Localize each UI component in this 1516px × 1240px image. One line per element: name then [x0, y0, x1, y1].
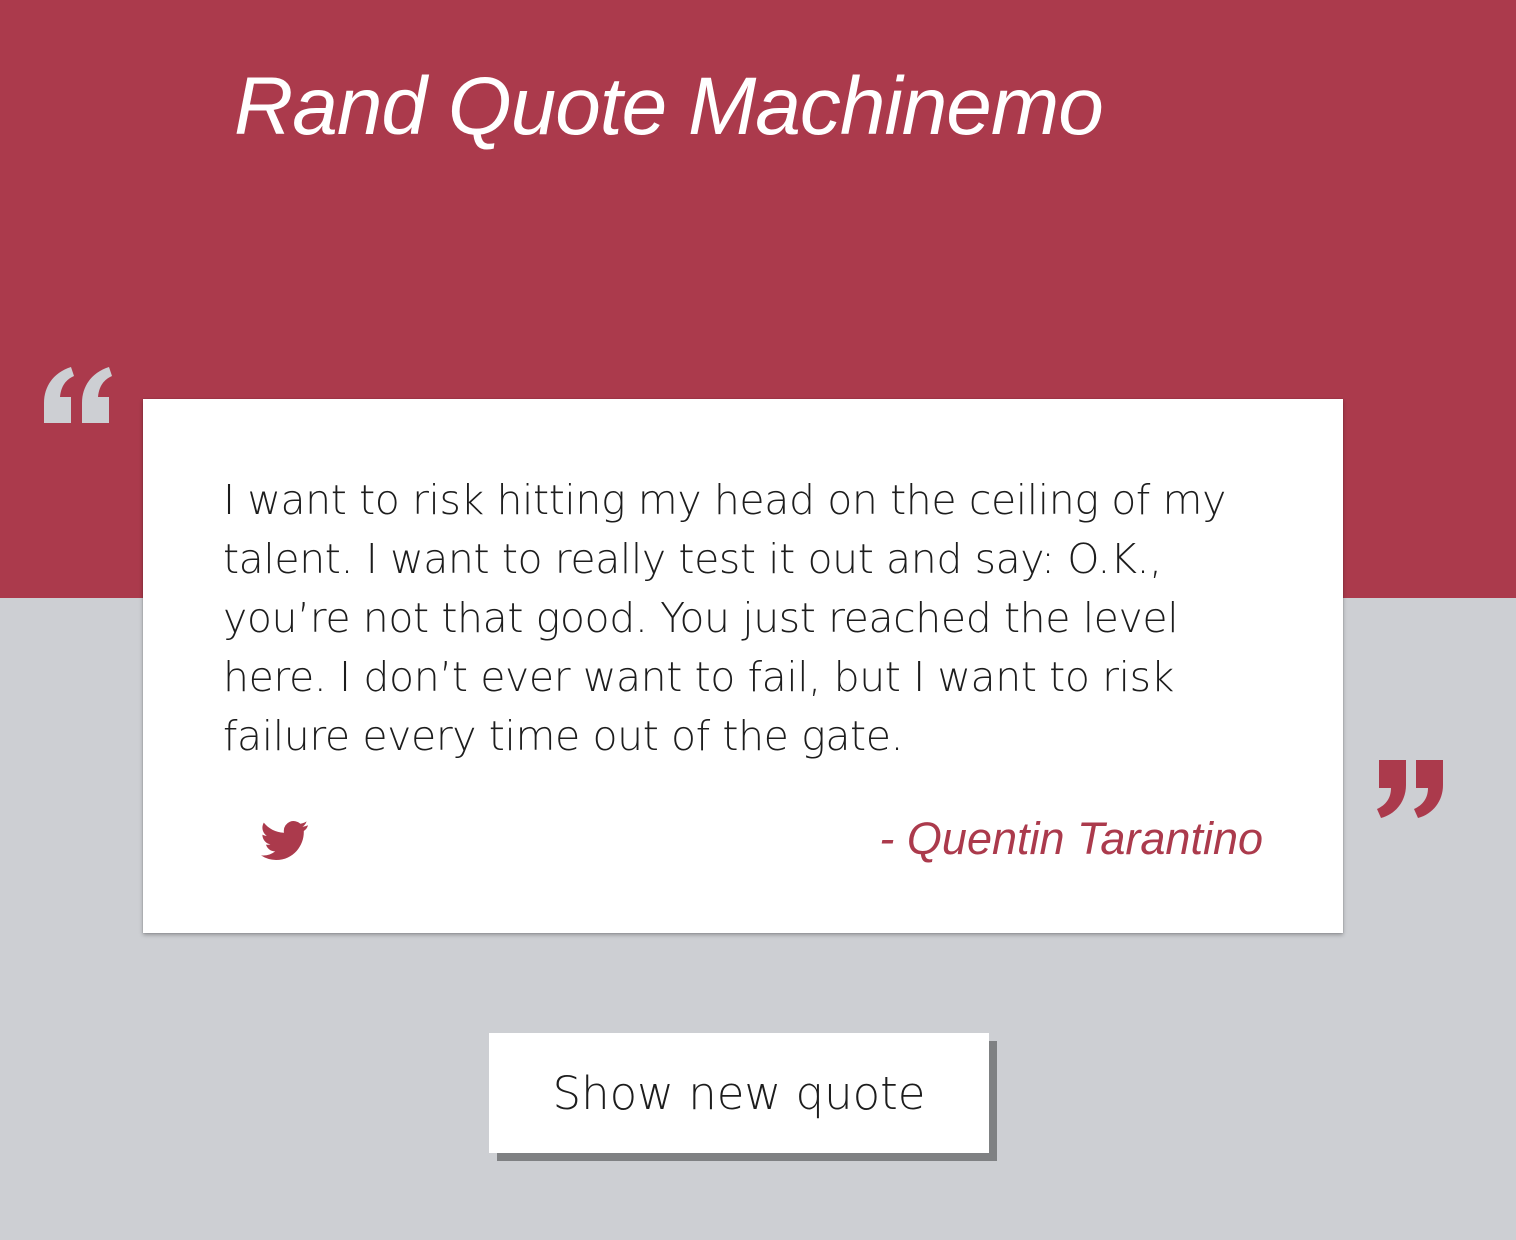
quote-card: I want to risk hitting my head on the ce…: [143, 399, 1343, 933]
open-quote-icon: [44, 367, 112, 423]
close-quote-icon: [1377, 760, 1443, 818]
quote-author: - Quentin Tarantino: [879, 813, 1263, 864]
quote-text: I want to risk hitting my head on the ce…: [223, 476, 1226, 760]
twitter-icon[interactable]: [261, 816, 309, 864]
show-new-quote-button[interactable]: Show new quote: [489, 1033, 989, 1153]
page-title: Rand Quote Machinemo: [234, 61, 1104, 152]
